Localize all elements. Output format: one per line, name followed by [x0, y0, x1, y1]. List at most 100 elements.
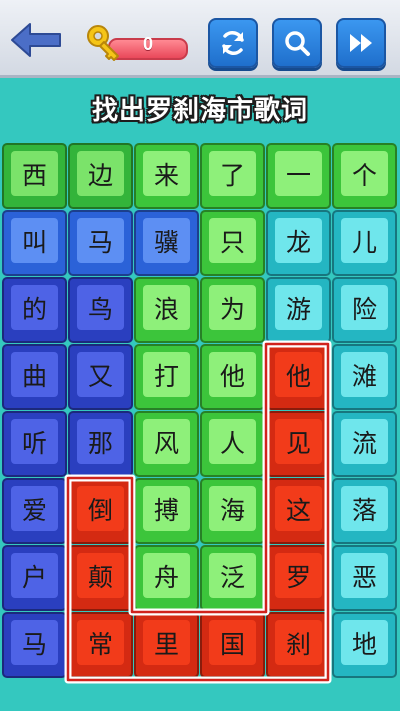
- tile-6-2[interactable]: 舟: [134, 545, 199, 611]
- tile-char: 滩: [341, 352, 388, 397]
- tile-4-5[interactable]: 流: [332, 411, 397, 477]
- tile-2-4[interactable]: 游: [266, 277, 331, 343]
- tile-char: 又: [77, 352, 124, 397]
- tile-1-2[interactable]: 骥: [134, 210, 199, 276]
- refresh-button[interactable]: [208, 18, 258, 68]
- tile-4-0[interactable]: 听: [2, 411, 67, 477]
- tile-char: 罗: [275, 553, 322, 598]
- tile-char: 的: [11, 285, 58, 330]
- tile-1-4[interactable]: 龙: [266, 210, 331, 276]
- tile-char: 那: [77, 419, 124, 464]
- tile-char: 国: [209, 620, 256, 665]
- tile-5-0[interactable]: 爱: [2, 478, 67, 544]
- tile-3-0[interactable]: 曲: [2, 344, 67, 410]
- tile-7-5[interactable]: 地: [332, 612, 397, 678]
- tile-char: 叫: [11, 218, 58, 263]
- tile-7-0[interactable]: 马: [2, 612, 67, 678]
- tile-6-1[interactable]: 颠: [68, 545, 133, 611]
- tile-char: 骥: [143, 218, 190, 263]
- tile-2-3[interactable]: 为: [200, 277, 265, 343]
- refresh-icon: [222, 31, 244, 55]
- tile-4-3[interactable]: 人: [200, 411, 265, 477]
- key-icon: [87, 25, 119, 61]
- tile-2-1[interactable]: 鸟: [68, 277, 133, 343]
- tile-char: 流: [341, 419, 388, 464]
- tile-2-5[interactable]: 险: [332, 277, 397, 343]
- tile-char: 他: [209, 352, 256, 397]
- tile-0-0[interactable]: 西: [2, 143, 67, 209]
- tile-3-1[interactable]: 又: [68, 344, 133, 410]
- tile-2-2[interactable]: 浪: [134, 277, 199, 343]
- tile-char: 为: [209, 285, 256, 330]
- skip-button[interactable]: [336, 18, 386, 68]
- key-counter: 0: [84, 22, 188, 61]
- tile-char: 户: [11, 553, 58, 598]
- back-button[interactable]: [8, 20, 64, 60]
- tile-0-2[interactable]: 来: [134, 143, 199, 209]
- tile-char: 浪: [143, 285, 190, 330]
- tile-5-3[interactable]: 海: [200, 478, 265, 544]
- tile-char: 这: [275, 486, 322, 531]
- tile-char: 恶: [341, 553, 388, 598]
- tile-char: 鸟: [77, 285, 124, 330]
- tile-char: 搏: [143, 486, 190, 531]
- tile-3-3[interactable]: 他: [200, 344, 265, 410]
- tile-char: 泛: [209, 553, 256, 598]
- tile-7-1[interactable]: 常: [68, 612, 133, 678]
- tile-char: 打: [143, 352, 190, 397]
- tile-3-5[interactable]: 滩: [332, 344, 397, 410]
- tile-2-0[interactable]: 的: [2, 277, 67, 343]
- tile-0-1[interactable]: 边: [68, 143, 133, 209]
- tile-char: 来: [143, 151, 190, 196]
- top-toolbar: 0: [0, 0, 400, 78]
- tile-char: 颠: [77, 553, 124, 598]
- tile-char: 刹: [275, 620, 322, 665]
- tile-7-3[interactable]: 国: [200, 612, 265, 678]
- search-icon: [285, 31, 310, 56]
- tile-char: 倒: [77, 486, 124, 531]
- tile-char: 龙: [275, 218, 322, 263]
- tile-5-5[interactable]: 落: [332, 478, 397, 544]
- tile-1-5[interactable]: 儿: [332, 210, 397, 276]
- tile-char: 舟: [143, 553, 190, 598]
- tile-6-5[interactable]: 恶: [332, 545, 397, 611]
- tile-char: 曲: [11, 352, 58, 397]
- tile-4-1[interactable]: 那: [68, 411, 133, 477]
- tile-7-4[interactable]: 刹: [266, 612, 331, 678]
- tile-6-3[interactable]: 泛: [200, 545, 265, 611]
- tile-1-0[interactable]: 叫: [2, 210, 67, 276]
- tile-6-4[interactable]: 罗: [266, 545, 331, 611]
- tile-char: 边: [77, 151, 124, 196]
- tile-0-4[interactable]: 一: [266, 143, 331, 209]
- tile-5-4[interactable]: 这: [266, 478, 331, 544]
- tile-char: 一: [275, 151, 322, 196]
- tile-0-5[interactable]: 个: [332, 143, 397, 209]
- tile-1-1[interactable]: 马: [68, 210, 133, 276]
- tile-5-2[interactable]: 搏: [134, 478, 199, 544]
- tile-char: 西: [11, 151, 58, 196]
- tile-char: 儿: [341, 218, 388, 263]
- tile-5-1[interactable]: 倒: [68, 478, 133, 544]
- fast-forward-icon: [350, 34, 372, 52]
- tile-char: 险: [341, 285, 388, 330]
- tile-1-3[interactable]: 只: [200, 210, 265, 276]
- tile-char: 人: [209, 419, 256, 464]
- tile-char: 爱: [11, 486, 58, 531]
- tile-char: 了: [209, 151, 256, 196]
- tile-3-2[interactable]: 打: [134, 344, 199, 410]
- search-button[interactable]: [272, 18, 322, 68]
- tile-char: 落: [341, 486, 388, 531]
- tile-4-4[interactable]: 见: [266, 411, 331, 477]
- tile-4-2[interactable]: 风: [134, 411, 199, 477]
- tile-0-3[interactable]: 了: [200, 143, 265, 209]
- tile-char: 马: [77, 218, 124, 263]
- tile-3-4[interactable]: 他: [266, 344, 331, 410]
- tile-char: 游: [275, 285, 322, 330]
- tile-char: 里: [143, 620, 190, 665]
- tile-7-2[interactable]: 里: [134, 612, 199, 678]
- tile-6-0[interactable]: 户: [2, 545, 67, 611]
- tile-char: 只: [209, 218, 256, 263]
- tile-char: 见: [275, 419, 322, 464]
- tile-char: 他: [275, 352, 322, 397]
- tile-char: 马: [11, 620, 58, 665]
